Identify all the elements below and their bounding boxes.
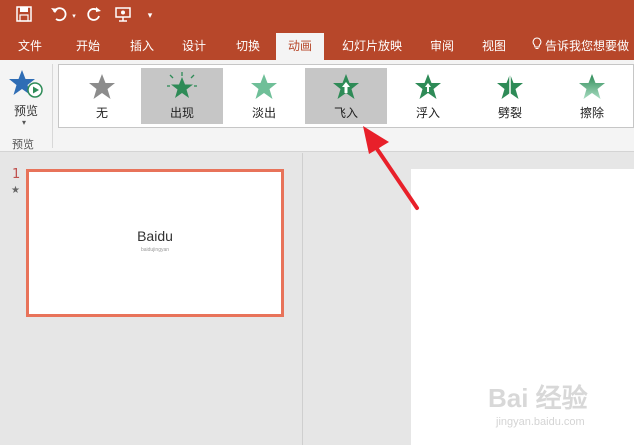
- tab-slideshow[interactable]: 幻灯片放映: [332, 33, 412, 60]
- redo-icon[interactable]: [84, 6, 104, 26]
- animation-wipe[interactable]: 擦除: [551, 68, 633, 124]
- arrow-annotation-icon: [355, 120, 425, 215]
- animation-indicator-icon: ★: [11, 185, 20, 196]
- preview-button[interactable]: 预览 ▾: [4, 66, 48, 128]
- watermark-url: jingyan.baidu.com: [496, 416, 585, 428]
- slide-thumbnail-panel: 1 ★ Baidu baidujingyan: [0, 153, 302, 445]
- undo-icon[interactable]: [48, 6, 70, 26]
- preview-star-icon: [8, 68, 44, 106]
- animation-label: 出现: [169, 106, 194, 120]
- animation-fade[interactable]: 淡出: [223, 68, 305, 124]
- lightbulb-icon: [532, 33, 542, 60]
- animation-label: 无: [95, 106, 108, 120]
- save-icon[interactable]: [14, 6, 34, 26]
- group-label-preview: 预览: [12, 138, 34, 151]
- tab-view[interactable]: 视图: [470, 33, 518, 60]
- undo-dropdown-icon[interactable]: ▾: [70, 6, 78, 26]
- preview-label: 预览: [13, 104, 38, 118]
- animation-label: 飞入: [333, 106, 358, 120]
- tab-animations[interactable]: 动画: [276, 33, 324, 60]
- animation-label: 淡出: [251, 106, 276, 120]
- tell-me-text: 告诉我您想要做: [545, 39, 630, 53]
- chevron-down-icon: ▾: [22, 118, 27, 127]
- present-from-start-icon[interactable]: [112, 6, 134, 26]
- slide-thumbnail[interactable]: Baidu baidujingyan: [26, 169, 284, 317]
- watermark: Bai 经验 jingyan.baidu.com: [478, 378, 628, 440]
- tab-home[interactable]: 开始: [64, 33, 112, 60]
- animation-float-in[interactable]: 浮入: [387, 68, 469, 124]
- tab-file[interactable]: 文件: [8, 33, 52, 60]
- quick-access-toolbar: ▾ ▾: [0, 0, 634, 33]
- tab-review[interactable]: 审阅: [418, 33, 466, 60]
- animation-label: 劈裂: [497, 106, 522, 120]
- watermark-logo: Bai 经验: [488, 383, 588, 413]
- animation-label: 擦除: [579, 106, 604, 120]
- group-separator: [52, 64, 53, 148]
- animation-split[interactable]: 劈裂: [469, 68, 551, 124]
- ribbon-animations: 预览 ▾ 预览 无 出现 淡出 飞入 浮入 劈裂 擦除: [0, 60, 634, 152]
- customize-qat-icon[interactable]: ▾: [144, 6, 156, 26]
- tab-design[interactable]: 设计: [170, 33, 218, 60]
- thumbnail-subtitle: baidujingyan: [140, 247, 170, 253]
- animation-fly-in[interactable]: 飞入: [305, 68, 387, 124]
- animation-none[interactable]: 无: [61, 68, 143, 124]
- tell-me-box[interactable]: 告诉我您想要做: [532, 33, 634, 60]
- tab-insert[interactable]: 插入: [118, 33, 166, 60]
- thumbnail-title: Baidu: [137, 228, 173, 244]
- animation-gallery: 无 出现 淡出 飞入 浮入 劈裂 擦除: [58, 64, 634, 128]
- slide-number: 1: [12, 167, 21, 182]
- animation-appear[interactable]: 出现: [141, 68, 223, 124]
- tab-transitions[interactable]: 切换: [224, 33, 272, 60]
- ribbon-tabs: 文件 开始 插入 设计 切换 动画 幻灯片放映 审阅 视图 告诉我您想要做: [0, 33, 634, 60]
- animation-label: 浮入: [415, 106, 440, 120]
